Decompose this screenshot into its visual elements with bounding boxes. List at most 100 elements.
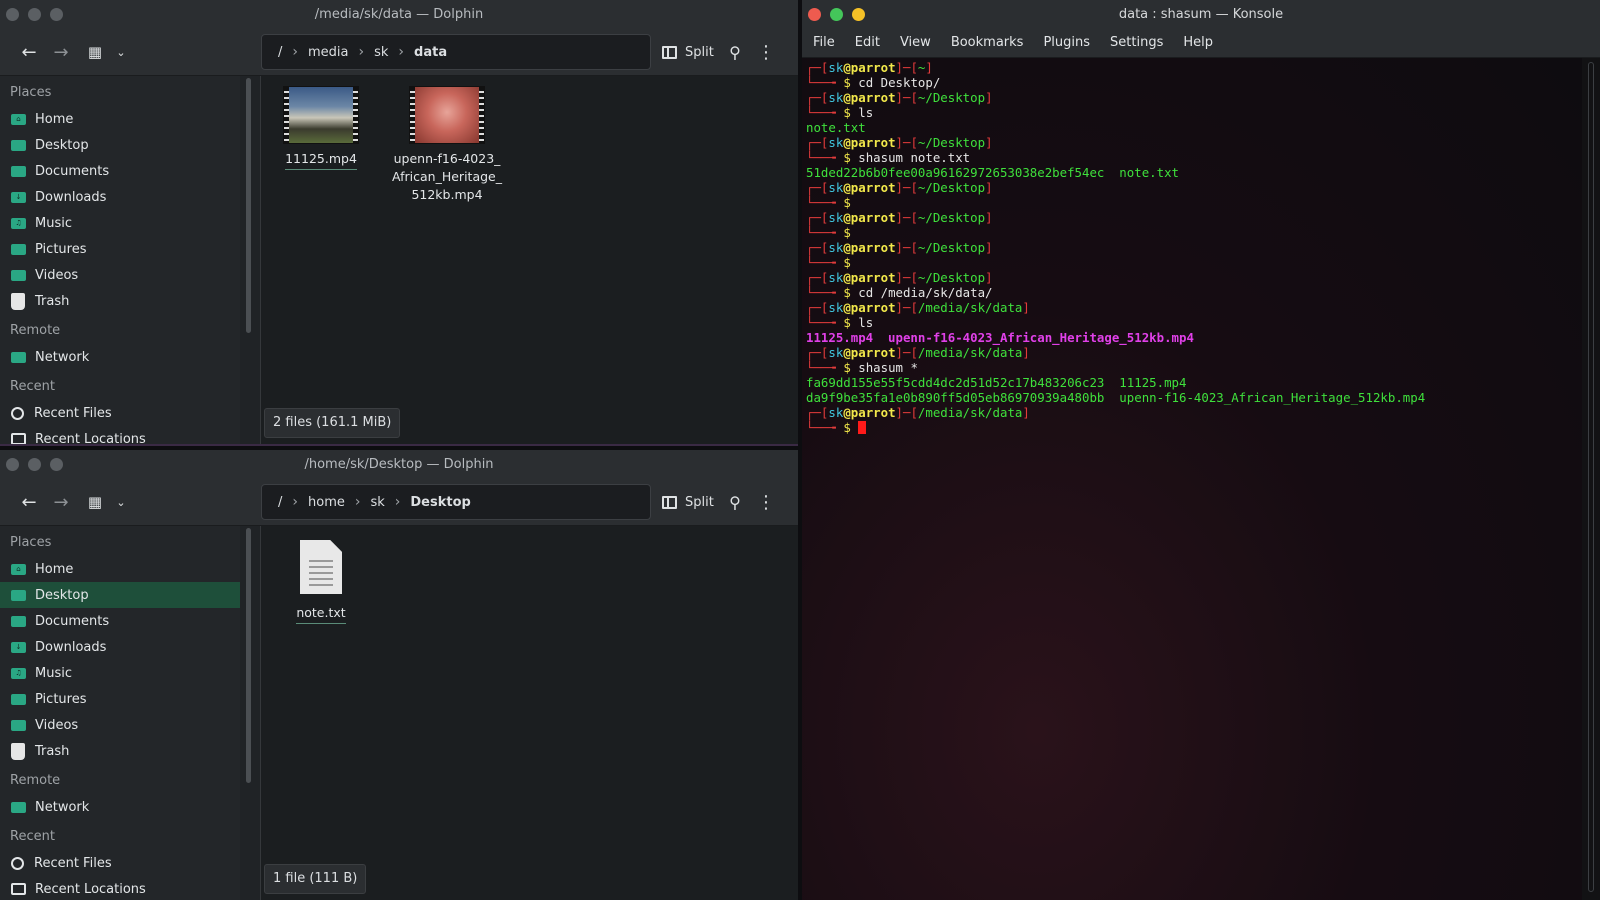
search-icon[interactable]: ⚲ (724, 490, 746, 514)
prompt-frame: ] (925, 60, 933, 75)
recent-heading: Recent (10, 379, 55, 394)
toolbar: ← → ▦ ⌄ / › media › sk › data Split ⚲ ⋮ (0, 28, 798, 76)
search-icon[interactable]: ⚲ (724, 40, 746, 64)
output-text: note.txt (806, 120, 866, 135)
breadcrumb-current[interactable]: data (408, 45, 453, 60)
menu-plugins[interactable]: Plugins (1040, 35, 1101, 50)
command-line: └──╼ $ shasum note.txt (806, 150, 1578, 165)
prompt-symbol: $ (843, 225, 859, 240)
file-view[interactable]: note.txt 1 file (111 B) (261, 526, 798, 900)
prompt-line: ┌─[sk@parrot]─[/media/sk/data] (806, 345, 1578, 360)
command-text: cd Desktop/ (858, 75, 941, 90)
command-line: └──╼ $ cd /media/sk/data/ (806, 285, 1578, 300)
file-item-video[interactable]: upenn-f16-4023_ African_Heritage_ 512kb.… (387, 86, 507, 204)
breadcrumb-current[interactable]: Desktop (404, 495, 476, 510)
file-item-video[interactable]: 11125.mp4 (261, 86, 381, 170)
sidebar-item-desktop[interactable]: Desktop (0, 132, 240, 158)
prompt-host: @parrot (843, 240, 896, 255)
sidebar-item-music[interactable]: ♫ Music (0, 210, 240, 236)
file-name-line: 512kb.mp4 (411, 187, 483, 202)
sidebar-item-music[interactable]: ♫ Music (0, 660, 240, 686)
menu-edit[interactable]: Edit (852, 35, 891, 50)
recent-locations-icon (11, 433, 26, 444)
prompt-frame: └──╼ (806, 75, 844, 90)
breadcrumb-item[interactable]: media (302, 45, 355, 60)
forward-arrow-icon[interactable]: → (50, 40, 72, 64)
prompt-host: @parrot (843, 135, 896, 150)
sidebar-item-home[interactable]: ⌂ Home (0, 106, 240, 132)
remote-heading: Remote (10, 323, 61, 338)
view-mode-grid-icon[interactable]: ▦ (84, 40, 106, 64)
sidebar-item-home[interactable]: ⌂ Home (0, 556, 240, 582)
file-view[interactable]: 11125.mp4 upenn-f16-4023_ African_Herita… (261, 76, 798, 444)
view-mode-grid-icon[interactable]: ▦ (84, 490, 106, 514)
sidebar-item-recent-files[interactable]: Recent Files (0, 850, 240, 876)
forward-arrow-icon[interactable]: → (50, 490, 72, 514)
prompt-user: sk (828, 210, 844, 225)
split-button[interactable]: Split (662, 40, 714, 64)
sidebar-item-network[interactable]: Network (0, 344, 240, 370)
sidebar-item-trash[interactable]: Trash (0, 738, 240, 764)
konsole-window: data : shasum — Konsole File Edit View B… (802, 0, 1600, 900)
breadcrumb-root[interactable]: / (272, 45, 288, 60)
sidebar-item-downloads[interactable]: ↓ Downloads (0, 634, 240, 660)
prompt-user: sk (828, 60, 844, 75)
prompt-user: sk (828, 270, 844, 285)
terminal-cursor (858, 421, 867, 434)
sidebar-item-downloads[interactable]: ↓ Downloads (0, 184, 240, 210)
menu-kebab-icon[interactable]: ⋮ (757, 490, 775, 514)
breadcrumb-item[interactable]: home (302, 495, 351, 510)
window-title: /home/sk/Desktop — Dolphin (304, 456, 494, 472)
trash-icon (11, 292, 25, 310)
breadcrumb-root[interactable]: / (272, 495, 288, 510)
prompt-frame: └──╼ (806, 420, 844, 435)
menu-file[interactable]: File (810, 35, 846, 50)
breadcrumb-item[interactable]: sk (364, 495, 390, 510)
sidebar-item-videos[interactable]: Videos (0, 712, 240, 738)
sidebar-item-pictures[interactable]: Pictures (0, 686, 240, 712)
menu-settings[interactable]: Settings (1107, 35, 1174, 50)
sidebar-item-desktop[interactable]: Desktop (0, 582, 240, 608)
prompt-frame: ]─[ (895, 405, 918, 420)
sidebar-item-recent-files[interactable]: Recent Files (0, 400, 240, 426)
window-titlebar[interactable]: /media/sk/data — Dolphin (0, 0, 798, 28)
places-scrollbar[interactable] (246, 528, 251, 783)
prompt-line: ┌─[sk@parrot]─[/media/sk/data] (806, 405, 1578, 420)
sidebar-item-videos[interactable]: Videos (0, 262, 240, 288)
prompt-path: /media/sk/data (917, 345, 1023, 360)
places-heading: Places (10, 85, 52, 100)
window-titlebar[interactable]: /home/sk/Desktop — Dolphin (0, 450, 798, 478)
prompt-frame: ] (1022, 345, 1030, 360)
file-item-text[interactable]: note.txt (261, 540, 381, 624)
chevron-down-icon[interactable]: ⌄ (112, 490, 130, 514)
menu-bookmarks[interactable]: Bookmarks (948, 35, 1035, 50)
prompt-path: ~/Desktop (917, 90, 986, 105)
prompt-frame: └──╼ (806, 285, 844, 300)
menu-view[interactable]: View (897, 35, 942, 50)
breadcrumb[interactable]: / › media › sk › data (261, 34, 651, 70)
places-scrollbar[interactable] (246, 78, 251, 333)
sidebar-item-network[interactable]: Network (0, 794, 240, 820)
back-arrow-icon[interactable]: ← (18, 40, 40, 64)
back-arrow-icon[interactable]: ← (18, 490, 40, 514)
prompt-host: @parrot (843, 405, 896, 420)
sidebar-item-pictures[interactable]: Pictures (0, 236, 240, 262)
split-button[interactable]: Split (662, 490, 714, 514)
menu-help[interactable]: Help (1180, 35, 1224, 50)
breadcrumb-item[interactable]: sk (368, 45, 394, 60)
sidebar-item-recent-locations[interactable]: Recent Locations (0, 876, 240, 900)
prompt-user: sk (828, 180, 844, 195)
menu-kebab-icon[interactable]: ⋮ (757, 40, 775, 64)
prompt-user: sk (828, 405, 844, 420)
window-titlebar[interactable]: data : shasum — Konsole (802, 0, 1600, 28)
terminal-scrollbar[interactable] (1582, 58, 1600, 900)
sidebar-item-trash[interactable]: Trash (0, 288, 240, 314)
sidebar-item-documents[interactable]: Documents (0, 158, 240, 184)
chevron-down-icon[interactable]: ⌄ (112, 40, 130, 64)
breadcrumb[interactable]: / › home › sk › Desktop (261, 484, 651, 520)
sidebar-item-recent-locations[interactable]: Recent Locations (0, 426, 240, 444)
sidebar-item-documents[interactable]: Documents (0, 608, 240, 634)
terminal-output[interactable]: ┌─[sk@parrot]─[~] └──╼ $ cd Desktop/┌─[sk… (802, 58, 1582, 900)
clock-icon (11, 856, 24, 870)
prompt-frame: └──╼ (806, 195, 844, 210)
